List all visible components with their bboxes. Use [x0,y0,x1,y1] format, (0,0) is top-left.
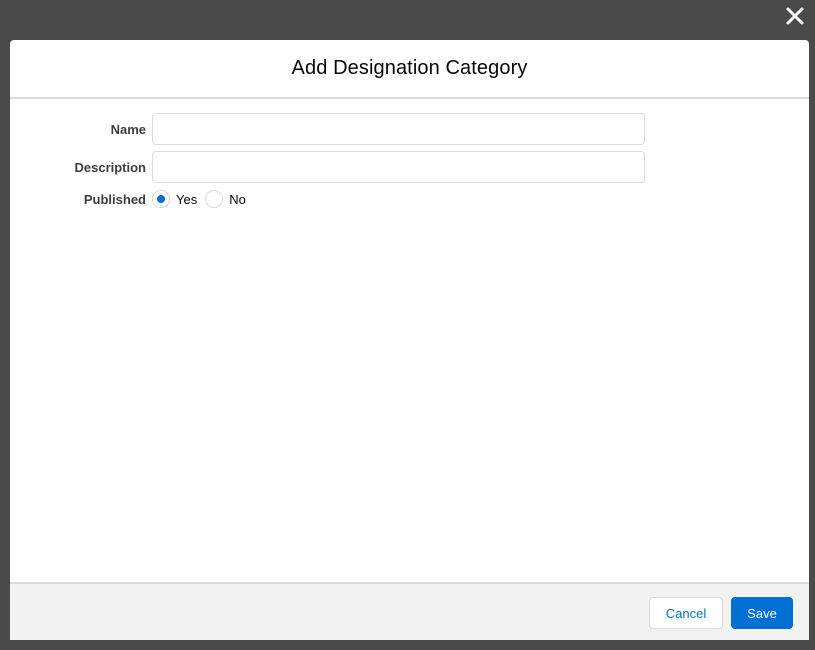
description-row: Description [10,151,809,183]
description-input[interactable] [152,151,645,183]
description-label: Description [74,159,146,175]
published-yes-option[interactable]: Yes [152,190,197,208]
published-label: Published [83,191,146,207]
modal-dialog: Add Designation Category Name Descriptio… [10,40,809,640]
modal-header: Add Designation Category [10,40,809,99]
published-row: Published Yes No [10,189,809,209]
close-button[interactable] [783,4,807,28]
modal-title: Add Designation Category [291,57,528,79]
modal-footer: Cancel Save [10,582,809,640]
published-radio-group: Yes No [152,190,254,208]
published-yes-radio[interactable] [152,190,170,208]
published-no-option[interactable]: No [205,190,246,208]
name-label: Name [110,121,146,137]
published-no-label: No [229,191,246,207]
published-no-radio[interactable] [205,190,224,208]
name-input[interactable] [152,113,645,145]
cancel-button[interactable]: Cancel [649,597,723,629]
modal-body: Name Description Published Yes No [10,99,809,582]
close-icon [786,7,804,25]
published-yes-label: Yes [176,191,198,207]
name-row: Name [10,113,809,145]
save-button[interactable]: Save [731,597,793,629]
